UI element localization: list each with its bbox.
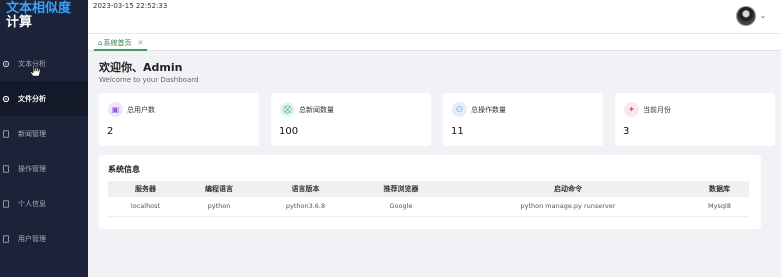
- column-header: 编程语言: [183, 181, 255, 197]
- doc-icon: [2, 164, 10, 173]
- sidebar-menu: 文本分析 文件分析 新闻管理 操作管理 个人信息 用户管理: [0, 46, 88, 256]
- sidebar-item-label: 操作管理: [18, 164, 46, 173]
- brand-line2: 计算: [6, 15, 33, 30]
- cart-icon: ⛒: [280, 102, 295, 117]
- stat-value: 100: [279, 126, 299, 137]
- stat-value: 2: [107, 126, 114, 137]
- main-content: 欢迎你、Admin Welcome to your Dashboard ▣ 总用…: [88, 51, 781, 277]
- stat-value: 11: [451, 126, 464, 137]
- gear-icon: [2, 95, 10, 103]
- column-header: 语言版本: [255, 181, 356, 197]
- datetime: 2023-03-15 22:52:33: [93, 2, 168, 10]
- sidebar-item-operation-management[interactable]: 操作管理: [0, 151, 88, 186]
- sidebar-item-text-analysis[interactable]: 文本分析: [0, 46, 88, 81]
- table-row: localhost python python3.6.8 Google pyth…: [108, 197, 749, 217]
- table-cell: Google: [355, 197, 446, 217]
- doc-icon: [2, 129, 10, 138]
- welcome-header: 欢迎你、Admin Welcome to your Dashboard: [99, 59, 198, 84]
- sidebar-item-label: 个人信息: [18, 199, 46, 208]
- stat-label: 总新闻数量: [299, 106, 334, 114]
- table-cell: python3.6.8: [255, 197, 356, 217]
- column-header: 服务器: [108, 181, 184, 197]
- top-bar: 2023-03-15 22:52:33 ⌄: [88, 0, 781, 34]
- sidebar-item-label: 用户管理: [18, 234, 46, 243]
- stat-card-news: ⛒ 总新闻数量 100: [271, 93, 431, 146]
- system-info-title: 系统信息: [108, 165, 140, 174]
- column-header: 启动命令: [445, 181, 691, 197]
- brand-line1: 文本相似度: [6, 1, 72, 16]
- chevron-down-icon[interactable]: ⌄: [760, 12, 766, 20]
- close-icon[interactable]: ✕: [137, 39, 143, 47]
- table-cell: Mysql8: [690, 197, 749, 217]
- system-info-table: 服务器 编程语言 语言版本 推荐浏览器 启动命令 数据库 localhost p…: [108, 181, 749, 217]
- table-header-row: 服务器 编程语言 语言版本 推荐浏览器 启动命令 数据库: [108, 181, 749, 197]
- system-info-panel: 系统信息 服务器 编程语言 语言版本 推荐浏览器 启动命令 数据库 localh…: [99, 155, 761, 229]
- app-brand: 文本相似度 计算: [0, 0, 88, 38]
- doc-icon: [2, 234, 10, 243]
- page-title: 欢迎你、Admin: [99, 61, 183, 74]
- sidebar: 文本相似度 计算 文本分析 文件分析 新闻管理 操作管理 个人信息 用户管理: [0, 0, 88, 277]
- page-subtitle: Welcome to your Dashboard: [99, 76, 199, 84]
- sidebar-item-label: 新闻管理: [18, 129, 46, 138]
- stat-label: 当前月份: [643, 106, 671, 114]
- user-icon: ▣: [108, 102, 123, 117]
- sidebar-item-file-analysis[interactable]: 文件分析: [0, 81, 88, 116]
- column-header: 数据库: [690, 181, 749, 197]
- doc-icon: [2, 199, 10, 208]
- gear-icon: [2, 60, 10, 68]
- table-cell: python: [183, 197, 255, 217]
- mouse-cursor-icon: [30, 64, 41, 77]
- tab-home[interactable]: ⌂ 系统首页 ✕: [94, 36, 148, 51]
- stat-label: 总用户数: [127, 106, 155, 114]
- sidebar-item-personal-info[interactable]: 个人信息: [0, 186, 88, 221]
- avatar[interactable]: [736, 6, 756, 26]
- stat-value: 3: [623, 126, 630, 137]
- users-icon: ⚇: [452, 102, 467, 117]
- column-header: 推荐浏览器: [355, 181, 446, 197]
- table-cell: python manage.py runserver: [445, 197, 691, 217]
- stat-card-operations: ⚇ 总操作数量 11: [443, 93, 603, 146]
- table-cell: localhost: [108, 197, 184, 217]
- home-icon: ⌂: [98, 38, 103, 47]
- tab-bar: ⌂ 系统首页 ✕: [88, 34, 781, 51]
- sidebar-item-news-management[interactable]: 新闻管理: [0, 116, 88, 151]
- sidebar-item-label: 文件分析: [18, 94, 46, 103]
- stat-card-month: ✦ 当前月份 3: [615, 93, 775, 146]
- stat-card-users: ▣ 总用户数 2: [99, 93, 259, 146]
- tab-label: 系统首页: [103, 38, 132, 47]
- sidebar-item-user-management[interactable]: 用户管理: [0, 221, 88, 256]
- stat-label: 总操作数量: [471, 106, 506, 114]
- puzzle-icon: ✦: [624, 102, 639, 117]
